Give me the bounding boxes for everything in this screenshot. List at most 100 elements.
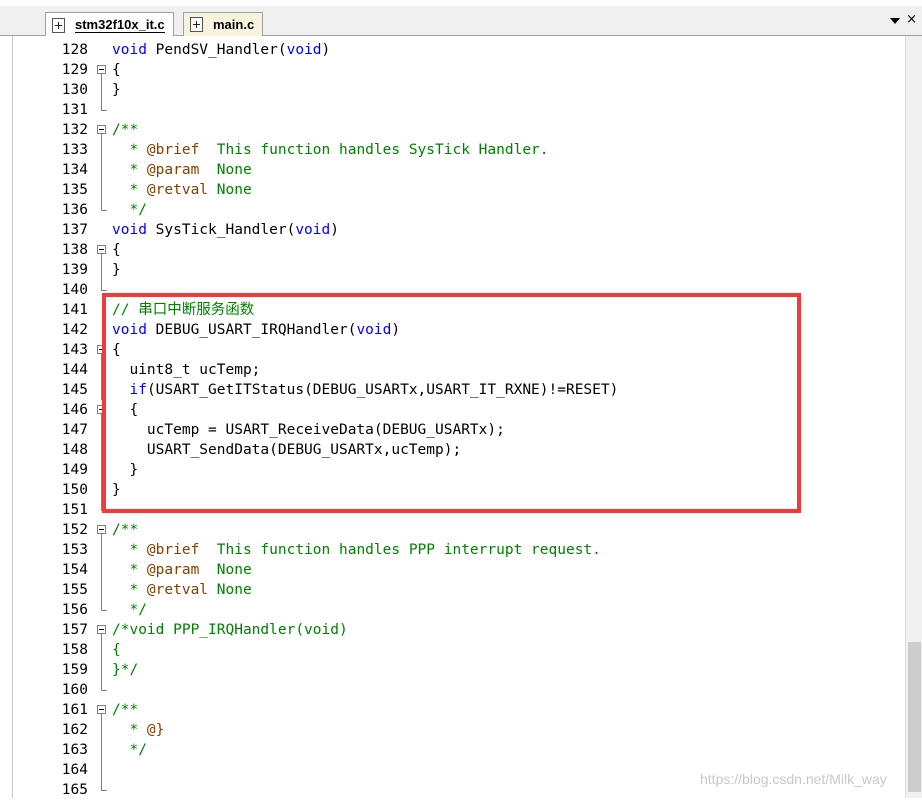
code-line[interactable]: 149 }	[0, 460, 905, 480]
fold-end-marker	[96, 200, 108, 220]
code-line[interactable]: 134 * @param None	[0, 160, 905, 180]
fold-collapse-icon[interactable]	[96, 240, 108, 260]
fold-line	[96, 140, 108, 160]
code-line[interactable]: 137 void SysTick_Handler(void)	[0, 220, 905, 240]
fold-gutter	[96, 300, 108, 320]
code-line[interactable]: 130}	[0, 80, 905, 100]
code-line[interactable]: 150}	[0, 480, 905, 500]
line-number: 165	[61, 782, 88, 798]
keyword-token: void	[286, 42, 322, 58]
code-line[interactable]: 157 /*void PPP_IRQHandler(void)	[0, 620, 905, 640]
line-number: 148	[61, 442, 88, 458]
code-line[interactable]: 139}	[0, 260, 905, 280]
vertical-scrollbar[interactable]	[905, 36, 922, 798]
code-line[interactable]: 153 * @brief This function handles PPP i…	[0, 540, 905, 560]
code-text: */	[112, 600, 146, 620]
fold-gutter	[96, 40, 108, 60]
fold-collapse-icon[interactable]	[96, 520, 108, 540]
line-number: 163	[61, 742, 88, 758]
fold-line	[96, 580, 108, 600]
line-number: 129	[61, 62, 88, 78]
line-number: 153	[61, 542, 88, 558]
code-text: }	[112, 260, 121, 280]
keyword-token: void	[295, 222, 331, 238]
comment-token: /*void PPP_IRQHandler(void)	[112, 622, 348, 638]
fold-collapse-icon[interactable]	[96, 60, 108, 80]
code-line[interactable]: 151	[0, 500, 905, 520]
fold-collapse-icon[interactable]	[96, 700, 108, 720]
chevron-down-icon[interactable]	[890, 18, 900, 24]
code-editor[interactable]: 128 void PendSV_Handler(void) 129 {130} 131 1…	[0, 36, 922, 798]
doc-tag-token: @param	[146, 162, 200, 178]
fold-collapse-icon[interactable]	[96, 120, 108, 140]
keyword-token: void	[112, 42, 147, 58]
code-line[interactable]: 133 * @brief This function handles SysTi…	[0, 140, 905, 160]
code-token: {	[112, 242, 121, 258]
code-text: }	[112, 480, 121, 500]
code-line[interactable]: 128 void PendSV_Handler(void)	[0, 40, 905, 60]
code-line[interactable]: 144 uint8_t ucTemp;	[0, 360, 905, 380]
comment-token: */	[112, 202, 147, 218]
comment-token: None	[208, 182, 252, 198]
code-line[interactable]: 146 {	[0, 400, 905, 420]
code-line[interactable]: 162 * @}	[0, 720, 905, 740]
tab-main-c[interactable]: main.c	[183, 12, 264, 36]
code-line[interactable]: 152 /**	[0, 520, 905, 540]
code-token: {	[112, 402, 139, 418]
code-line[interactable]: 143 {	[0, 340, 905, 360]
comment-token: This function handles PPP interrupt requ…	[199, 542, 601, 558]
code-token: (USART_GetITStatus(DEBUG_USARTx,USART_IT…	[146, 382, 619, 398]
code-line[interactable]: 156 */	[0, 600, 905, 620]
comment-token: /**	[112, 702, 139, 718]
fold-line	[96, 480, 108, 500]
code-text: void SysTick_Handler(void)	[112, 220, 339, 240]
code-token: }	[112, 482, 121, 498]
code-line[interactable]: 147 ucTemp = USART_ReceiveData(DEBUG_USA…	[0, 420, 905, 440]
code-line[interactable]: 155 * @retval None	[0, 580, 905, 600]
code-line[interactable]: 148 USART_SendData(DEBUG_USARTx,ucTemp);	[0, 440, 905, 460]
scrollbar-thumb[interactable]	[908, 642, 921, 792]
code-line[interactable]: 142 void DEBUG_USART_IRQHandler(void)	[0, 320, 905, 340]
tab-stm32f10x-it-c[interactable]: stm32f10x_it.c	[45, 12, 174, 37]
line-number: 146	[61, 402, 88, 418]
code-text: ucTemp = USART_ReceiveData(DEBUG_USARTx)…	[112, 420, 505, 440]
code-line[interactable]: 131	[0, 100, 905, 120]
code-line[interactable]: 140	[0, 280, 905, 300]
c-file-icon	[190, 17, 203, 32]
code-text: {	[112, 640, 121, 660]
tab-label: main.c	[213, 17, 255, 32]
close-icon[interactable]: ×	[906, 13, 917, 27]
code-line[interactable]: 161 /**	[0, 700, 905, 720]
line-number: 154	[61, 562, 88, 578]
comment-token: /**	[112, 122, 139, 138]
line-number: 137	[61, 222, 88, 238]
code-line[interactable]: 159}*/	[0, 660, 905, 680]
fold-collapse-icon[interactable]	[96, 340, 108, 360]
doc-tag-token: @}	[146, 722, 165, 738]
code-token: {	[112, 342, 121, 358]
keyword-token: void	[356, 322, 392, 338]
code-text: * @brief This function handles SysTick H…	[112, 140, 548, 160]
fold-collapse-icon[interactable]	[96, 620, 108, 640]
line-number: 158	[61, 642, 88, 658]
code-line[interactable]: 145 if(USART_GetITStatus(DEBUG_USARTx,US…	[0, 380, 905, 400]
code-line[interactable]: 138 {	[0, 240, 905, 260]
code-line[interactable]: 129 {	[0, 60, 905, 80]
code-text: }	[112, 460, 138, 480]
fold-line	[96, 440, 108, 460]
fold-end-marker	[96, 600, 108, 620]
code-line[interactable]: 141 // 串口中断服务函数	[0, 300, 905, 320]
code-line[interactable]: 136 */	[0, 200, 905, 220]
line-number: 143	[61, 342, 88, 358]
line-number: 164	[61, 762, 88, 778]
comment-token: *	[112, 562, 147, 578]
code-line[interactable]: 163 */	[0, 740, 905, 760]
code-line[interactable]: 160	[0, 680, 905, 700]
code-line[interactable]: 154 * @param None	[0, 560, 905, 580]
fold-collapse-icon[interactable]	[96, 400, 108, 420]
code-text: {	[112, 240, 121, 260]
code-line[interactable]: 132 /**	[0, 120, 905, 140]
code-line[interactable]: 158 {	[0, 640, 905, 660]
code-line[interactable]: 135 * @retval None	[0, 180, 905, 200]
fold-line	[96, 180, 108, 200]
